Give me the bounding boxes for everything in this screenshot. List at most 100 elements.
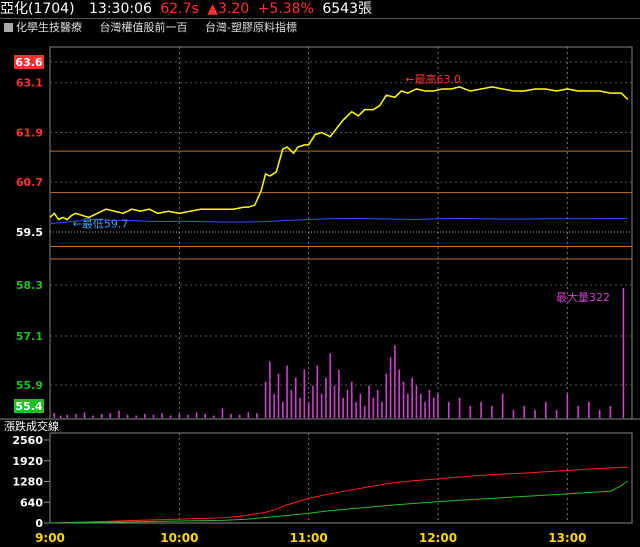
- volume-bar: [144, 413, 146, 418]
- volume-bar: [230, 413, 232, 418]
- y-tick-label: 1920: [12, 455, 43, 468]
- volume-bar: [598, 409, 601, 418]
- y-tick-label: 63.6: [15, 56, 42, 69]
- y-tick-label: 640: [20, 496, 43, 509]
- y-tick-label: 59.5: [16, 226, 43, 239]
- volume-bar: [92, 415, 94, 418]
- volume-bar: [59, 415, 62, 418]
- x-tick-label: 9:00: [35, 531, 65, 545]
- volume-bar: [419, 393, 422, 418]
- volume-bar: [161, 413, 163, 418]
- volume-bar: [469, 405, 472, 418]
- volume-bar: [299, 397, 301, 418]
- low-price-annotation: ←最低59.7: [73, 218, 129, 231]
- volume-bar: [238, 414, 241, 418]
- volume-bar: [221, 408, 224, 418]
- volume-bar: [329, 353, 332, 418]
- volume-bar: [363, 405, 366, 418]
- volume-bar: [126, 414, 129, 418]
- volume-bar: [152, 414, 155, 418]
- volume-bar: [204, 413, 206, 418]
- x-tick-label: 12:00: [419, 531, 457, 545]
- volume-bar: [277, 373, 280, 418]
- volume-bar: [480, 401, 482, 418]
- volume-bar: [316, 365, 319, 418]
- volume-bar: [325, 377, 327, 418]
- high-price-annotation: ←最高63.0: [405, 72, 461, 86]
- volume-bar: [320, 393, 323, 418]
- price-line: [49, 86, 629, 221]
- volume-bar: [109, 413, 112, 418]
- volume-bar: [428, 389, 431, 418]
- main-panel-frame: [49, 46, 633, 420]
- volume-bar: [491, 405, 493, 418]
- volume-bar: [264, 381, 267, 418]
- y-tick-label: 55.9: [16, 379, 43, 392]
- volume-bar: [342, 397, 344, 418]
- volume-bar: [187, 414, 189, 418]
- volume-bar: [588, 401, 590, 418]
- volume-bar: [282, 401, 284, 418]
- volume-bar: [394, 345, 396, 418]
- volume-bar: [424, 401, 426, 418]
- down-volume-line: [49, 480, 628, 524]
- volume-bar: [609, 405, 612, 418]
- volume-bar: [544, 401, 547, 418]
- volume-bar: [389, 357, 392, 418]
- volume-bar: [385, 373, 388, 418]
- volume-bar: [346, 389, 349, 418]
- volume-bar: [376, 389, 379, 418]
- x-tick-label: 11:00: [290, 531, 328, 545]
- volume-bar: [432, 397, 435, 418]
- volume-bar: [501, 393, 504, 418]
- y-tick-label: 0: [35, 517, 43, 530]
- volume-bar: [178, 413, 181, 418]
- y-tick-label: 55.4: [15, 400, 42, 413]
- y-tick-label: 57.1: [16, 330, 43, 343]
- volume-bar: [398, 369, 400, 418]
- volume-bar: [256, 413, 258, 418]
- volume-bar: [83, 412, 86, 418]
- volume-bar: [372, 397, 375, 418]
- volume-bar: [402, 381, 405, 418]
- volume-bar: [566, 393, 569, 418]
- volume-bar: [407, 393, 409, 418]
- volume-bar: [368, 385, 370, 418]
- volume-bar: [333, 385, 336, 418]
- cumulative-panel-title: 漲跌成交線: [4, 419, 59, 433]
- x-tick-label: 10:00: [160, 531, 198, 545]
- volume-bar: [355, 401, 357, 418]
- volume-bar: [273, 393, 275, 418]
- volume-bar: [534, 409, 536, 418]
- volume-bar: [66, 414, 69, 418]
- volume-bar: [213, 415, 215, 418]
- volume-bar: [359, 393, 362, 418]
- volume-bar: [523, 405, 526, 418]
- y-tick-label: 60.7: [16, 176, 43, 189]
- y-tick-label: 63.1: [16, 77, 43, 90]
- volume-bar: [512, 409, 515, 418]
- volume-bar: [269, 361, 271, 418]
- volume-bar: [169, 415, 172, 418]
- average-price-line: [49, 217, 628, 225]
- volume-bar: [555, 409, 558, 418]
- volume-bar: [458, 397, 461, 418]
- volume-bar: [415, 385, 418, 418]
- y-tick-label: 2560: [12, 434, 43, 447]
- volume-bar: [294, 377, 297, 418]
- volume-bar: [307, 401, 310, 418]
- volume-bar: [350, 381, 353, 418]
- volume-bar: [577, 405, 579, 418]
- y-tick-label: 61.9: [16, 126, 43, 139]
- volume-bar: [195, 412, 198, 418]
- volume-bar: [100, 413, 103, 418]
- volume-bar: [290, 389, 293, 418]
- volume-bar: [338, 369, 340, 418]
- volume-bar: [118, 410, 120, 418]
- max-volume-label: 最大量322: [556, 290, 610, 304]
- volume-bar: [381, 401, 383, 418]
- y-tick-label: 1280: [12, 476, 43, 489]
- x-tick-label: 13:00: [548, 531, 586, 545]
- volume-bar: [447, 401, 450, 418]
- volume-bar: [286, 365, 288, 418]
